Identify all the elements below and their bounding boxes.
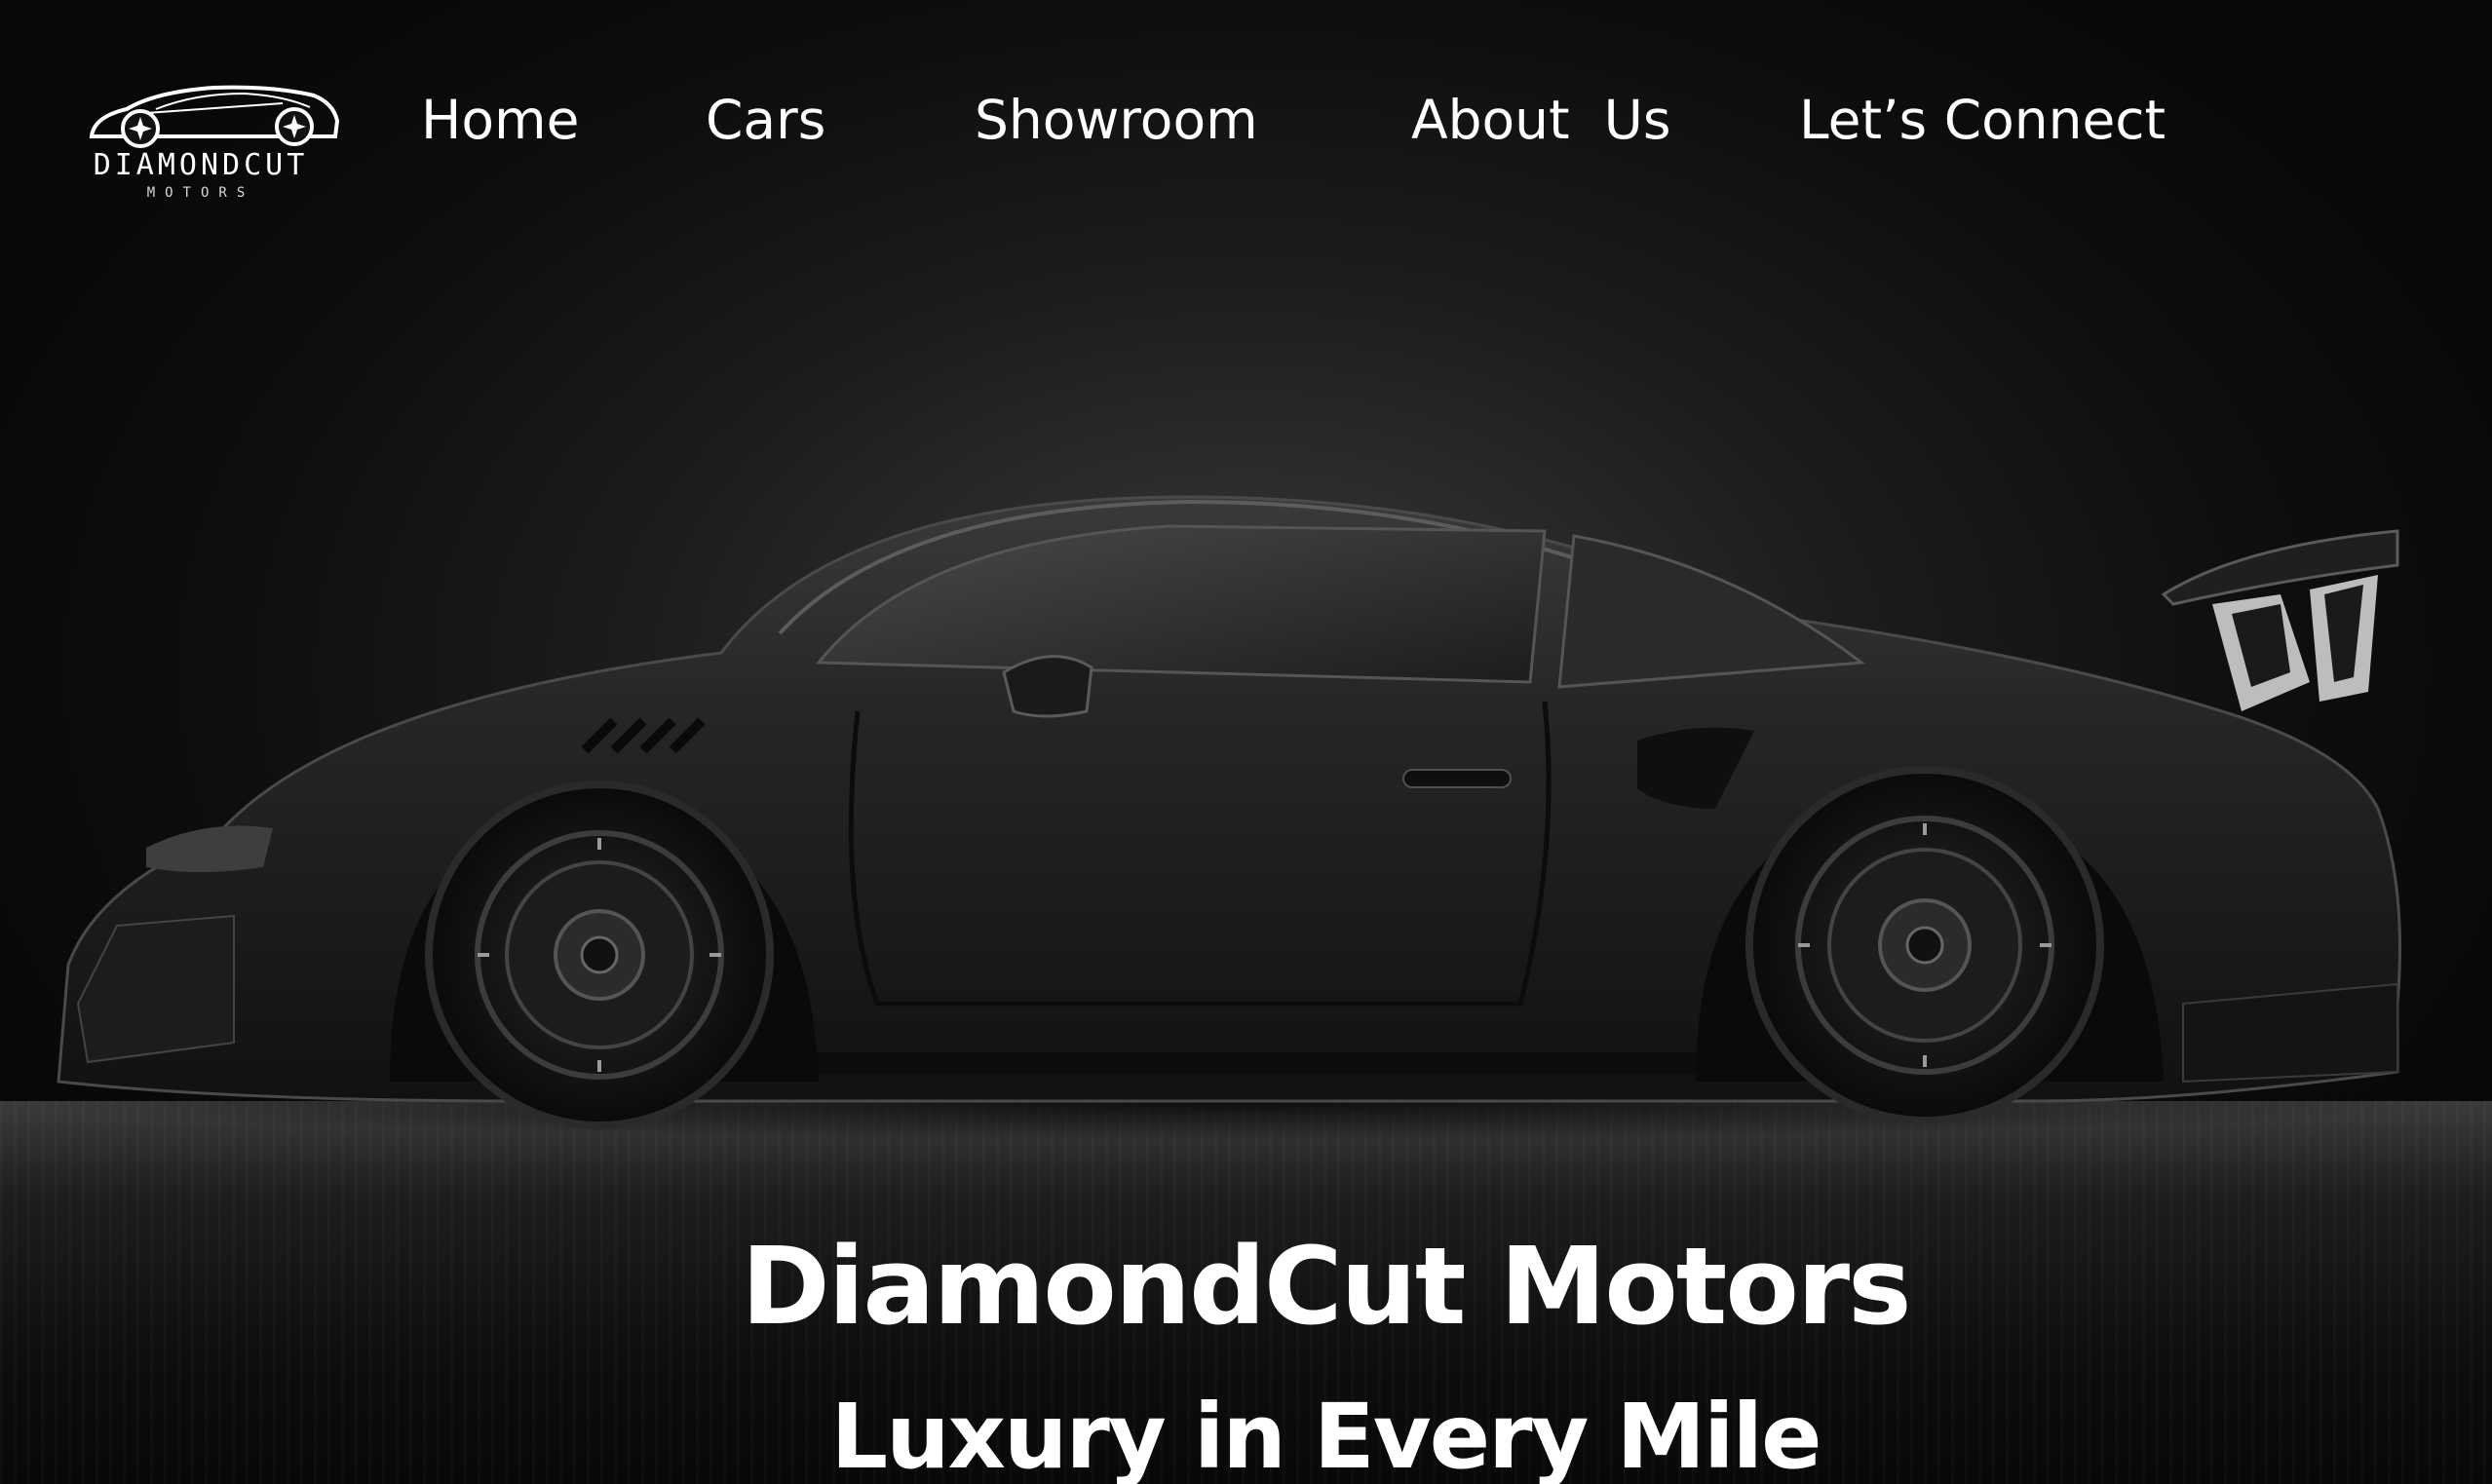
hero-title: DiamondCut Motors: [741, 1224, 1911, 1349]
hero-text: DiamondCut Motors Luxury in Every Mile: [0, 0, 2492, 1484]
landing-page: DIAMONDCUT MOTORS Home Cars Showroom Abo…: [0, 0, 2492, 1484]
hero-subtitle: Luxury in Every Mile: [830, 1385, 1822, 1484]
